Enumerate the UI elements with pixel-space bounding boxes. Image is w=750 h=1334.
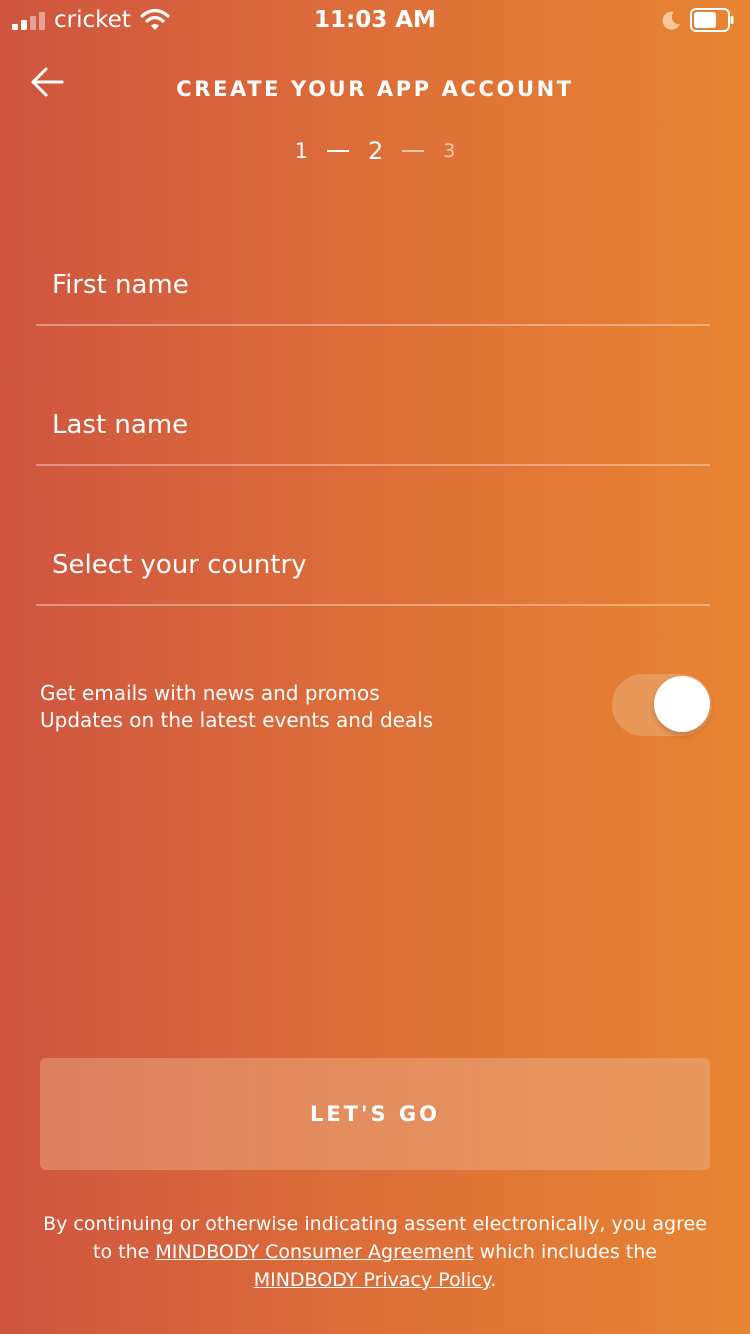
toggle-knob <box>654 676 710 732</box>
signup-screen: cricket 11:03 AM CREATE YOUR APP ACCOUNT… <box>0 0 750 1334</box>
promo-description: Get emails with news and promos Updates … <box>40 680 433 734</box>
legal-text-3: . <box>490 1269 497 1291</box>
moon-icon <box>662 11 680 30</box>
promo-title: Get emails with news and promos <box>40 681 380 705</box>
email-promo-toggle[interactable] <box>612 674 712 736</box>
battery-icon <box>690 8 734 32</box>
page-title: CREATE YOUR APP ACCOUNT <box>176 77 574 101</box>
consumer-agreement-link[interactable]: MINDBODY Consumer Agreement <box>155 1241 473 1263</box>
step-divider <box>327 150 349 152</box>
country-field-container <box>36 514 710 606</box>
lets-go-button[interactable]: LET'S GO <box>40 1058 710 1170</box>
country-select[interactable] <box>52 548 692 582</box>
status-time: 11:03 AM <box>314 7 436 33</box>
legal-notice: By continuing or otherwise indicating as… <box>40 1210 710 1294</box>
last-name-input[interactable] <box>52 408 692 442</box>
promo-subtitle: Updates on the latest events and deals <box>40 708 434 732</box>
first-name-input[interactable] <box>52 268 692 302</box>
legal-text-2: which includes the <box>473 1241 657 1263</box>
privacy-policy-link[interactable]: MINDBODY Privacy Policy <box>254 1269 491 1291</box>
step-indicator: 1 2 3 <box>0 136 750 166</box>
last-name-field-container <box>36 374 710 466</box>
status-bar: cricket 11:03 AM <box>0 0 750 40</box>
step-1: 1 <box>294 139 308 163</box>
step-3: 3 <box>443 140 456 162</box>
step-divider <box>402 150 425 152</box>
first-name-field-container <box>36 234 710 326</box>
step-2: 2 <box>368 137 384 165</box>
